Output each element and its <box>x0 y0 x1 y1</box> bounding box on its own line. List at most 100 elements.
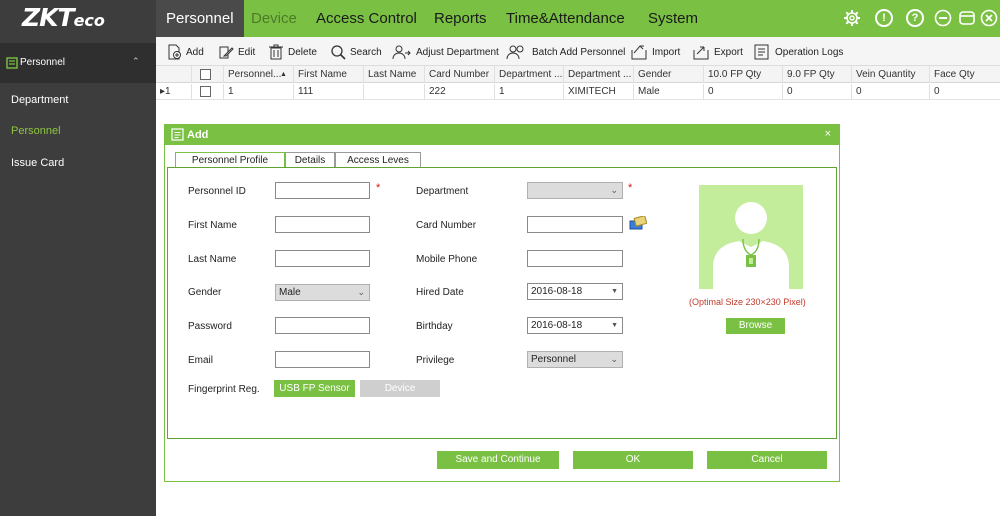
select-all-cell <box>192 66 224 83</box>
cell-vein-quantity: 0 <box>852 84 930 100</box>
hired-date-picker[interactable]: 2016-08-18 ▼ <box>527 283 623 300</box>
cancel-button[interactable]: Cancel <box>707 451 827 469</box>
column-header-first-name[interactable]: First Name <box>294 66 364 83</box>
export-icon <box>693 46 709 60</box>
import-button[interactable]: Import <box>630 43 680 61</box>
device-button[interactable]: Device <box>360 380 440 397</box>
dialog-title-bar[interactable]: Add × <box>165 125 839 145</box>
browse-button[interactable]: Browse <box>726 318 785 334</box>
collapse-chevron-icon[interactable]: ⌃ <box>132 56 140 67</box>
last-name-input[interactable] <box>275 250 370 267</box>
gender-label: Gender <box>188 287 222 298</box>
column-header-9-fp-qty[interactable]: 9.0 FP Qty <box>783 66 852 83</box>
column-header-vein-quantity[interactable]: Vein Quantity <box>852 66 930 83</box>
gender-select[interactable]: Male ⌄ <box>275 284 370 301</box>
add-personnel-dialog: Add × Personnel Profile Details Access L… <box>164 124 840 482</box>
card-reader-icon[interactable] <box>629 214 648 233</box>
first-name-label: First Name <box>188 220 237 231</box>
edit-button[interactable]: Edit <box>218 43 255 61</box>
cell-face-qty: 0 <box>934 86 940 97</box>
birthday-date-picker[interactable]: 2016-08-18 ▼ <box>527 317 623 334</box>
nav-tab-access-control[interactable]: Access Control <box>316 0 417 37</box>
column-header-personnel-id[interactable]: Personnel... ▲ <box>224 66 294 83</box>
chevron-down-icon: ⌄ <box>610 354 618 364</box>
sidebar-item-department[interactable]: Department <box>11 94 68 106</box>
export-button[interactable]: Export <box>692 43 743 61</box>
privilege-select[interactable]: Personnel ⌄ <box>527 351 623 368</box>
sidebar-section-header[interactable]: Personnel ⌃ <box>0 43 156 83</box>
search-button[interactable]: Search <box>330 43 382 61</box>
card-number-input[interactable] <box>527 216 623 233</box>
column-header-10-fp-qty[interactable]: 10.0 FP Qty <box>704 66 783 83</box>
save-and-continue-button[interactable]: Save and Continue <box>437 451 559 469</box>
sidebar-item-issue-card[interactable]: Issue Card <box>11 157 64 169</box>
sidebar-item-personnel[interactable]: Personnel <box>11 125 61 137</box>
close-icon[interactable] <box>980 9 998 27</box>
column-header-gender[interactable]: Gender <box>634 66 704 83</box>
personnel-section-icon <box>6 57 18 72</box>
department-select[interactable]: ⌄ <box>527 182 623 199</box>
table-header: Personnel... ▲ First Name Last Name Card… <box>156 66 1000 83</box>
password-label: Password <box>188 321 232 332</box>
minimize-icon[interactable] <box>934 9 952 27</box>
mobile-phone-label: Mobile Phone <box>416 254 478 265</box>
info-icon[interactable]: ! <box>875 9 893 27</box>
row-marker: ▸1 <box>156 84 192 100</box>
cell-personnel-id: 1 <box>224 84 294 100</box>
ok-button[interactable]: OK <box>573 451 693 469</box>
cell-card-number: 222 <box>425 84 495 100</box>
nav-tab-time-attendance[interactable]: Time&Attendance <box>506 0 625 37</box>
dropdown-arrow-icon: ▼ <box>611 322 618 329</box>
cell-department-name: XIMITECH <box>564 84 634 100</box>
row-checkbox[interactable] <box>200 86 211 97</box>
dropdown-arrow-icon: ▼ <box>611 288 618 295</box>
column-header-department-number[interactable]: Department ... <box>495 66 564 83</box>
gear-icon[interactable] <box>843 9 861 27</box>
delete-button[interactable]: Delete <box>268 43 317 61</box>
password-input[interactable] <box>275 317 370 334</box>
nav-tab-device[interactable]: Device <box>251 0 297 37</box>
restore-icon[interactable] <box>958 9 976 27</box>
usb-fp-sensor-button[interactable]: USB FP Sensor <box>274 380 355 397</box>
profile-form: Personnel ID First Name Last Name Gender… <box>167 167 837 439</box>
row-indicator-header <box>156 66 192 83</box>
tab-details[interactable]: Details <box>285 152 335 168</box>
column-header-card-number[interactable]: Card Number <box>425 66 495 83</box>
row-select-cell <box>192 84 224 100</box>
nav-tab-system[interactable]: System <box>648 0 698 37</box>
select-all-checkbox[interactable] <box>200 69 211 80</box>
trash-icon <box>269 44 283 60</box>
add-button[interactable]: Add <box>166 43 204 61</box>
department-label: Department <box>416 186 469 197</box>
adjust-department-button[interactable]: Adjust Department <box>392 43 499 61</box>
cell-first-name: 111 <box>294 84 364 100</box>
table-row[interactable]: ▸1 1 111 222 1 XIMITECH Male 0 0 0 0 <box>156 84 1000 100</box>
last-name-label: Last Name <box>188 254 237 265</box>
tab-access-levels[interactable]: Access Leves <box>335 152 421 168</box>
nav-tab-personnel[interactable]: Personnel <box>156 0 244 37</box>
dialog-close-icon[interactable]: × <box>825 128 831 140</box>
add-icon <box>168 44 181 60</box>
column-header-last-name[interactable]: Last Name <box>364 66 425 83</box>
help-icon[interactable]: ? <box>906 9 924 27</box>
cell-10-fp-qty: 0 <box>704 84 783 100</box>
column-header-department-name[interactable]: Department ... <box>564 66 634 83</box>
personnel-id-required-mark: * <box>376 182 381 194</box>
card-number-label: Card Number <box>416 220 477 231</box>
personnel-id-input[interactable] <box>275 182 370 199</box>
batch-add-personnel-button[interactable]: Batch Add Personnel <box>506 43 625 61</box>
dialog-tabs: Personnel Profile Details Access Leves <box>165 145 839 168</box>
nav-tab-reports[interactable]: Reports <box>434 0 487 37</box>
cell-last-name <box>364 84 425 100</box>
operation-logs-button[interactable]: Operation Logs <box>753 43 843 61</box>
dialog-add-icon <box>171 128 184 144</box>
tab-personnel-profile[interactable]: Personnel Profile <box>175 152 285 168</box>
sort-ascending-icon: ▲ <box>280 71 287 78</box>
mobile-phone-input[interactable] <box>527 250 623 267</box>
first-name-input[interactable] <box>275 216 370 233</box>
cell-department-number: 1 <box>495 84 564 100</box>
column-header-face-qty[interactable]: Face Qty <box>930 66 1000 83</box>
privilege-label: Privilege <box>416 355 455 366</box>
email-input[interactable] <box>275 351 370 368</box>
photo-size-hint: (Optimal Size 230×230 Pixel) <box>689 297 806 307</box>
